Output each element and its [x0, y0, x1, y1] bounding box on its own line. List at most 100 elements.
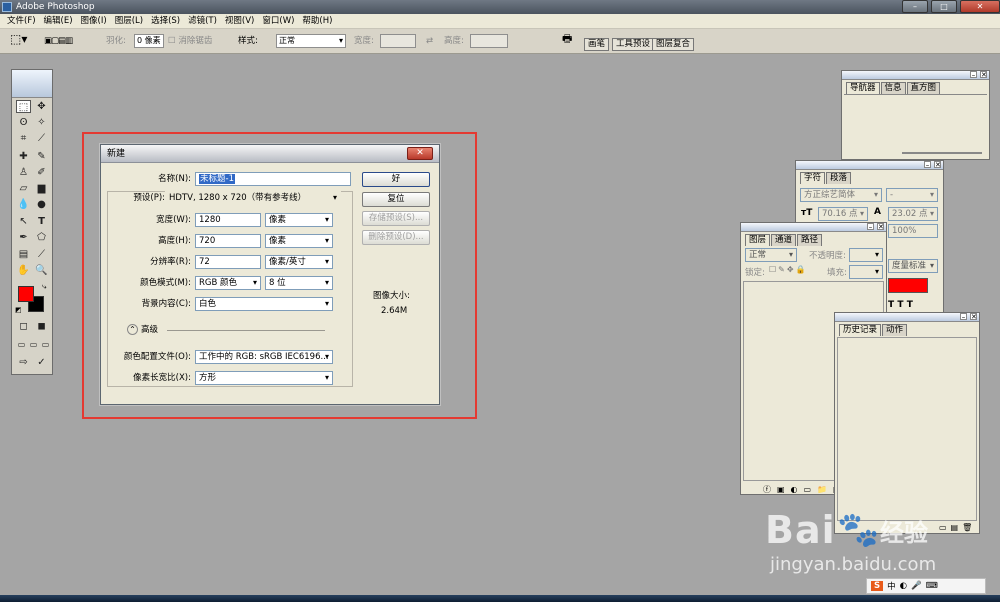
close-button[interactable]: ✕ [960, 0, 1000, 13]
preset-select[interactable]: HDTV, 1280 x 720（带有参考线） [165, 191, 341, 205]
gradient-tool-icon[interactable]: ▆ [34, 182, 49, 195]
delete-preset-button[interactable]: 删除预设(D)... [362, 230, 430, 245]
eraser-tool-icon[interactable]: ▱ [16, 182, 31, 195]
ime-half-width-icon[interactable]: ◐ [900, 581, 907, 591]
tab-paragraph[interactable]: 段落 [826, 172, 852, 184]
height-unit-select[interactable]: 像素 [265, 234, 333, 248]
tab-character[interactable]: 字符 [800, 172, 826, 184]
pixel-aspect-select[interactable]: 方形 [195, 371, 333, 385]
bit-depth-select[interactable]: 8 位 [265, 276, 333, 290]
marquee-tool-icon[interactable]: ⬚ [16, 100, 31, 113]
tab-histogram[interactable]: 直方图 [906, 82, 941, 94]
menu-window[interactable]: 窗口(W) [258, 14, 298, 28]
font-family-select[interactable]: 方正综艺简体 [800, 188, 882, 202]
resolution-unit-select[interactable]: 像素/英寸 [265, 255, 333, 269]
lock-icons[interactable]: ☐✎✥🔒 [769, 265, 808, 274]
tab-paths[interactable]: 路径 [797, 234, 823, 246]
swap-colors-icon[interactable]: ⤷ [42, 282, 46, 292]
vertical-scale-input[interactable]: 100% [888, 224, 938, 238]
menu-image[interactable]: 图像(I) [77, 14, 111, 28]
leading-select[interactable]: 23.02 点 [888, 207, 938, 221]
toolbox-feather-logo[interactable] [12, 70, 52, 98]
text-color-swatch[interactable] [888, 278, 928, 293]
history-list[interactable] [837, 337, 977, 521]
history-brush-icon[interactable]: ✐ [34, 166, 49, 179]
ok-button[interactable]: 好 [362, 172, 430, 187]
menu-help[interactable]: 帮助(H) [298, 14, 336, 28]
maximize-button[interactable]: □ [931, 0, 957, 13]
menu-file[interactable]: 文件(F) [3, 14, 40, 28]
jump-to-imageready-icon[interactable]: ⇨ [16, 356, 31, 369]
default-colors-icon[interactable]: ◩ [15, 306, 22, 314]
color-mode-select[interactable]: RGB 颜色 [195, 276, 261, 290]
width-input[interactable] [380, 34, 416, 48]
tab-navigator[interactable]: 导航器 [846, 82, 880, 94]
pen-tool-icon[interactable]: ✒ [16, 231, 31, 244]
style-select[interactable]: 正常 ▾ [276, 34, 346, 48]
tab-tool-presets[interactable]: 工具预设 [612, 38, 655, 51]
reset-button[interactable]: 复位 [362, 192, 430, 207]
zoom-tool-icon[interactable]: 🔍 [34, 264, 49, 277]
dialog-close-icon[interactable]: ✕ [407, 147, 433, 160]
slice-tool-icon[interactable]: ⟋ [34, 132, 49, 145]
minimize-icon[interactable]: – [960, 313, 967, 321]
hand-tool-icon[interactable]: ✋ [16, 264, 31, 277]
history-panel-bar[interactable]: – ✕ [835, 313, 979, 322]
name-input[interactable]: 未标题-1 [195, 172, 351, 186]
close-icon[interactable]: ✕ [970, 313, 977, 321]
fill-input[interactable] [849, 265, 883, 279]
width-field-input[interactable]: 1280 [195, 213, 261, 227]
foreground-color-swatch[interactable] [18, 286, 34, 302]
font-style-select[interactable]: - [886, 188, 938, 202]
quick-mask-icon[interactable]: ◼ [34, 320, 49, 333]
imageready-icon[interactable]: ✓ [34, 356, 49, 369]
resolution-input[interactable]: 72 [195, 255, 261, 269]
blend-mode-select[interactable]: 正常 [745, 248, 797, 262]
menu-layer[interactable]: 图层(L) [111, 14, 147, 28]
blur-tool-icon[interactable]: 💧 [16, 198, 31, 211]
marquee-tool-preset-icon[interactable]: ⬚▾ [10, 33, 27, 45]
dodge-tool-icon[interactable]: ● [34, 198, 49, 211]
selection-mode-icons[interactable]: ▣▢▤▥ [44, 35, 73, 47]
kerning-select[interactable]: 度量标准 [888, 259, 938, 273]
menu-view[interactable]: 视图(V) [221, 14, 258, 28]
palette-well-icon[interactable]: 🖶 [562, 33, 572, 45]
healing-brush-icon[interactable]: ✚ [16, 150, 31, 163]
tab-actions[interactable]: 动作 [882, 324, 908, 336]
feather-input[interactable]: 0 像素 [134, 34, 164, 48]
swap-icon[interactable]: ⇄ [426, 35, 433, 47]
layers-panel-bar[interactable]: – ✕ [741, 223, 886, 232]
microphone-icon[interactable]: 🎤 [911, 581, 922, 591]
tab-history[interactable]: 历史记录 [839, 324, 882, 336]
tab-info[interactable]: 信息 [880, 82, 906, 94]
screen-mode-full-icon[interactable]: ▭ [38, 338, 53, 351]
menu-edit[interactable]: 编辑(E) [40, 14, 77, 28]
height-input[interactable] [470, 34, 508, 48]
text-style-icons[interactable]: TTT [888, 300, 916, 310]
font-size-select[interactable]: 70.16 点 [818, 207, 868, 221]
minimize-icon[interactable]: – [867, 223, 874, 231]
character-panel-bar[interactable]: – ✕ [796, 161, 943, 170]
keyboard-icon[interactable]: ⌨ [926, 581, 938, 591]
menu-filter[interactable]: 滤镜(T) [184, 14, 221, 28]
save-preset-button[interactable]: 存储预设(S)... [362, 211, 430, 226]
close-icon[interactable]: ✕ [980, 71, 987, 79]
tab-layers[interactable]: 图层 [745, 234, 771, 246]
ime-chinese-mode[interactable]: 中 [887, 580, 896, 592]
standard-mode-icon[interactable]: ◻ [16, 320, 31, 333]
sogou-icon[interactable]: S [871, 581, 884, 591]
navigator-panel-bar[interactable]: – ✕ [842, 71, 989, 80]
background-contents-select[interactable]: 白色 [195, 297, 333, 311]
tab-brushes[interactable]: 画笔 [584, 38, 610, 51]
crop-tool-icon[interactable]: ⌗ [16, 132, 31, 145]
notes-tool-icon[interactable]: ▤ [16, 248, 31, 261]
tab-layer-comps[interactable]: 图层复合 [652, 38, 695, 51]
move-tool-icon[interactable]: ✥ [34, 100, 49, 113]
magic-wand-icon[interactable]: ✧ [34, 116, 49, 129]
eyedropper-icon[interactable]: ⟋ [34, 248, 49, 261]
opacity-input[interactable] [849, 248, 883, 262]
navigator-zoom-slider[interactable] [902, 152, 982, 154]
minimize-button[interactable]: – [902, 0, 928, 13]
close-icon[interactable]: ✕ [877, 223, 884, 231]
shape-tool-icon[interactable]: ⬠ [34, 231, 49, 244]
